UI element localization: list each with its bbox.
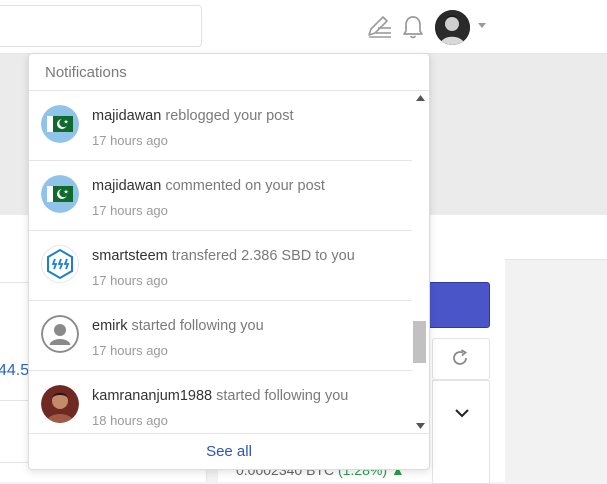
default-user-avatar bbox=[41, 315, 79, 353]
search-input[interactable] bbox=[0, 5, 202, 47]
notifications-scrollbar[interactable] bbox=[413, 91, 428, 433]
notification-time: 17 hours ago bbox=[92, 133, 168, 148]
expand-panel[interactable] bbox=[432, 380, 490, 484]
refresh-icon bbox=[453, 349, 468, 365]
scroll-up-arrow-icon[interactable] bbox=[416, 95, 425, 101]
notification-text: majidawan commented on your post bbox=[92, 178, 325, 194]
caret-down-icon[interactable] bbox=[476, 20, 488, 30]
pakistan-flag-avatar bbox=[41, 175, 79, 213]
notification-action: transfered 2.386 SBD to you bbox=[171, 248, 355, 264]
notification-item[interactable]: majidawan reblogged your post 17 hours a… bbox=[29, 91, 412, 161]
notification-item[interactable]: majidawan commented on your post 17 hour… bbox=[29, 161, 412, 231]
scroll-down-arrow-icon[interactable] bbox=[416, 423, 425, 429]
notifications-header: Notifications bbox=[29, 54, 429, 91]
scrollbar-thumb[interactable] bbox=[413, 321, 426, 363]
notification-time: 17 hours ago bbox=[92, 203, 168, 218]
user-avatar[interactable] bbox=[435, 10, 470, 45]
notification-username[interactable]: smartsteem bbox=[92, 248, 168, 264]
photo-avatar bbox=[41, 385, 79, 423]
notification-username[interactable]: majidawan bbox=[92, 108, 161, 124]
notification-action: started following you bbox=[131, 318, 264, 334]
notification-action: commented on your post bbox=[165, 178, 325, 194]
notifications-footer: See all bbox=[29, 433, 429, 469]
top-bar bbox=[0, 0, 607, 54]
notification-text: majidawan reblogged your post bbox=[92, 108, 294, 124]
see-all-link[interactable]: See all bbox=[206, 443, 252, 460]
notifications-dropdown: Notifications majidawan reblogged your p… bbox=[28, 53, 430, 470]
notification-action: reblogged your post bbox=[165, 108, 294, 124]
smartsteem-logo-avatar bbox=[41, 245, 79, 283]
notifications-bell-icon[interactable] bbox=[401, 14, 425, 40]
write-post-icon[interactable] bbox=[367, 15, 393, 39]
notifications-title: Notifications bbox=[45, 64, 127, 81]
notifications-list: majidawan reblogged your post 17 hours a… bbox=[29, 91, 413, 433]
chevron-down-icon[interactable] bbox=[454, 406, 470, 420]
notification-username[interactable]: emirk bbox=[92, 318, 127, 334]
notification-time: 17 hours ago bbox=[92, 273, 168, 288]
notification-time: 18 hours ago bbox=[92, 413, 168, 428]
notification-item[interactable]: kamrananjum1988 started following you 18… bbox=[29, 371, 412, 433]
notification-username[interactable]: majidawan bbox=[92, 178, 161, 194]
notification-username[interactable]: kamrananjum1988 bbox=[92, 388, 212, 404]
notification-text: emirk started following you bbox=[92, 318, 264, 334]
notification-text: kamrananjum1988 started following you bbox=[92, 388, 348, 404]
pakistan-flag-avatar bbox=[41, 105, 79, 143]
wallet-amount: 44.5 bbox=[0, 362, 30, 379]
notification-action: started following you bbox=[216, 388, 349, 404]
user-avatar-image bbox=[435, 10, 470, 45]
notification-text: smartsteem transfered 2.386 SBD to you bbox=[92, 248, 355, 264]
notification-item[interactable]: emirk started following you 17 hours ago bbox=[29, 301, 412, 371]
notification-time: 17 hours ago bbox=[92, 343, 168, 358]
notification-item[interactable]: smartsteem transfered 2.386 SBD to you 1… bbox=[29, 231, 412, 301]
